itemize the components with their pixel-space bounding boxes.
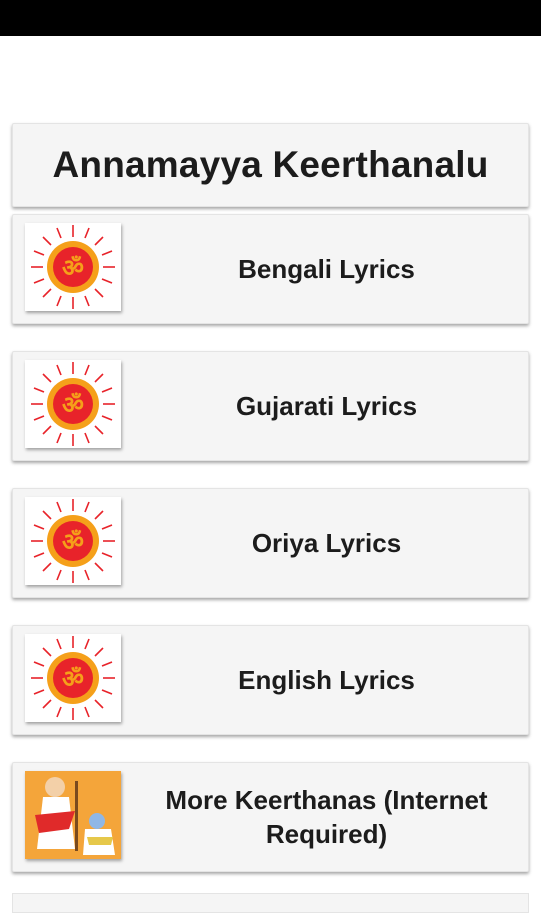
menu-item-label: More Keerthanas (Internet Required) — [165, 785, 488, 849]
svg-text:ॐ: ॐ — [62, 665, 84, 693]
menu-item-more-keerthanas[interactable]: More Keerthanas (Internet Required) — [12, 762, 529, 872]
app-title: Annamayya Keerthanalu — [52, 144, 489, 185]
menu-item-label: Oriya Lyrics — [251, 528, 402, 558]
svg-text:ॐ: ॐ — [62, 254, 84, 282]
menu-item-english-lyrics[interactable]: ॐ English Lyrics — [12, 625, 529, 735]
svg-text:ॐ: ॐ — [62, 528, 84, 556]
menu-item-gujarati-lyrics[interactable]: ॐ Gujarati Lyrics — [12, 351, 529, 461]
menu-item-bengali-lyrics[interactable]: ॐ Bengali Lyrics — [12, 214, 529, 324]
saint-illustration-icon — [25, 771, 121, 859]
om-sun-icon: ॐ — [25, 634, 121, 722]
menu-item-label: English Lyrics — [238, 665, 415, 695]
om-sun-icon: ॐ — [25, 223, 121, 311]
next-menu-card-partial — [12, 893, 529, 913]
app-title-card: Annamayya Keerthanalu — [12, 123, 529, 207]
menu-item-label: Bengali Lyrics — [238, 254, 415, 284]
menu-item-label: Gujarati Lyrics — [235, 391, 418, 421]
om-sun-icon: ॐ — [25, 360, 121, 448]
status-bar — [0, 0, 541, 36]
svg-text:ॐ: ॐ — [62, 391, 84, 419]
om-sun-icon: ॐ — [25, 497, 121, 585]
menu-item-oriya-lyrics[interactable]: ॐ Oriya Lyrics — [12, 488, 529, 598]
